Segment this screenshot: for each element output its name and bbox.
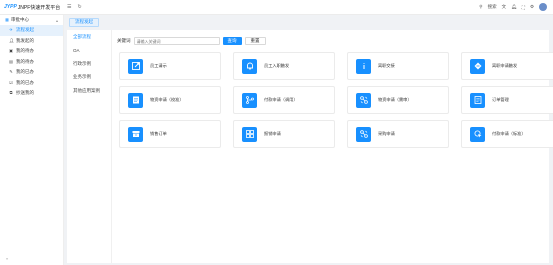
tab-bar: 流程发起: [66, 16, 99, 28]
flow-grid: 员工请示 员工入职触发 离职交接 离职申请触发 物资申请（校准） 付款申请（调用…: [119, 52, 553, 148]
flow-content: 关键词 查询 重置 员工请示 员工入职触发 离职交接 离职申请触发: [115, 30, 553, 263]
flow-label: 离职申请触发: [492, 63, 518, 68]
list-icon: ▤: [9, 58, 13, 64]
external-link-icon: [128, 58, 143, 74]
sidebar-item[interactable]: ✎ 我的已办: [0, 67, 63, 78]
flow-card[interactable]: 员工请示: [119, 52, 221, 80]
node-icon: [356, 126, 371, 142]
category-item[interactable]: 全部流程: [67, 30, 111, 44]
sidebar-item[interactable]: ▣ 我的待办: [0, 46, 63, 57]
category-list: 全部流程 OA 行政示例 业务示例 其他应用案例: [67, 30, 112, 263]
user-icon: 👤︎: [9, 37, 15, 43]
edit-icon: ✎: [9, 69, 13, 75]
logo[interactable]: JYPP JNPF快速开发平台: [0, 4, 62, 11]
category-item[interactable]: 业务示例: [67, 71, 111, 85]
sidebar-item-label: 我的已办: [16, 79, 34, 85]
check-icon: ☑: [9, 79, 13, 85]
chevron-up-icon: ▴: [55, 17, 58, 23]
main-panel: 全部流程 OA 行政示例 业务示例 其他应用案例 关键词 查询 重置 员工请示 …: [67, 30, 553, 263]
sidebar-item[interactable]: ☑ 我的已办: [0, 78, 63, 89]
flow-card[interactable]: 员工入职触发: [233, 52, 335, 80]
sidebar-item[interactable]: ⧉ 抄送我的: [0, 88, 63, 99]
sidebar-item-label: 我的已办: [16, 69, 34, 75]
sidebar-item[interactable]: ▤ 我的待办: [0, 57, 63, 68]
sidebar: ▦ 审批中心 ▴ ✈ 流程发起 👤︎ 我发起的 ▣ 我的待办 ▤ 我的待办 ✎ 我的已办 …: [0, 15, 64, 265]
sidebar-item-label: 我的待办: [16, 58, 34, 64]
settings-icon[interactable]: ⚙: [530, 4, 534, 10]
archive-icon: [128, 126, 143, 142]
flow-label: 员工入职触发: [264, 63, 290, 68]
cursor-icon: [470, 126, 485, 142]
info-icon: [356, 58, 371, 74]
tab-flow-launch[interactable]: 流程发起: [69, 17, 99, 27]
logo-mark: JYPP: [4, 4, 17, 10]
form-icon: [470, 92, 485, 108]
sidebar-item[interactable]: 👤︎ 我发起的: [0, 36, 63, 47]
send-icon: ✈: [9, 27, 13, 33]
sidebar-item-label: 抄送我的: [16, 90, 34, 96]
flow-label: 物资申请（需审）: [378, 97, 412, 102]
notification-icon[interactable]: 🔔︎: [511, 4, 517, 10]
flow-label: 离职交接: [378, 63, 395, 68]
flow-card[interactable]: 离职申请触发: [461, 52, 553, 80]
search-icon[interactable]: ⚲: [479, 4, 482, 10]
category-item[interactable]: OA: [67, 44, 111, 58]
sidebar-group-label: 审批中心: [11, 17, 29, 22]
flow-label: 物资申请（校准）: [150, 97, 184, 102]
category-item[interactable]: 行政示例: [67, 57, 111, 71]
flow-card[interactable]: 离职交接: [347, 52, 449, 80]
query-button[interactable]: 查询: [222, 37, 242, 45]
search-row: 关键词 查询 重置: [117, 37, 266, 45]
keyword-input[interactable]: [133, 37, 220, 45]
sidebar-item[interactable]: ✈ 流程发起: [0, 25, 63, 36]
logo-text: JNPF快速开发平台: [17, 4, 61, 11]
copy-icon: ⧉: [9, 90, 13, 96]
refresh-icon[interactable]: ↻: [77, 4, 81, 10]
branch-icon: [242, 92, 257, 108]
sidebar-item-label: 我发起的: [16, 37, 34, 43]
grid-icon: ▦: [5, 17, 9, 22]
flow-card[interactable]: 付款申请（调用）: [233, 86, 335, 114]
collapse-sidebar-icon[interactable]: «: [6, 256, 8, 261]
flow-card[interactable]: 订单管理: [461, 86, 553, 114]
document-icon: [128, 92, 143, 108]
grid-icon: [242, 126, 257, 142]
menu-toggle-icon[interactable]: ☰: [67, 4, 71, 10]
flow-label: 销售订单: [150, 131, 167, 136]
reset-button[interactable]: 重置: [244, 37, 266, 45]
inbox-icon: ▣: [9, 48, 13, 54]
fullscreen-icon[interactable]: ⛶: [522, 5, 525, 10]
flow-label: 付款申请（调用）: [264, 97, 298, 102]
sidebar-item-label: 流程发起: [16, 27, 34, 33]
flow-label: 报销申请: [264, 131, 281, 136]
flow-label: 员工请示: [150, 63, 167, 68]
avatar[interactable]: [539, 3, 547, 11]
search-label[interactable]: 搜索: [488, 4, 497, 10]
shuffle-icon: [470, 58, 485, 74]
flow-label: 付款申请（标准）: [492, 131, 526, 136]
flow-card[interactable]: 报销申请: [233, 120, 335, 148]
bell-icon: [242, 58, 257, 74]
flow-card[interactable]: 物资申请（校准）: [119, 86, 221, 114]
category-item[interactable]: 其他应用案例: [67, 84, 111, 98]
node-icon: [356, 92, 371, 108]
flow-label: 采购申请: [378, 131, 395, 136]
translate-icon[interactable]: 文: [502, 4, 507, 10]
flow-card[interactable]: 付款申请（标准）: [461, 120, 553, 148]
search-field-label: 关键词: [117, 38, 131, 43]
flow-card[interactable]: 采购申请: [347, 120, 449, 148]
sidebar-item-label: 我的待办: [16, 48, 34, 54]
flow-card[interactable]: 销售订单: [119, 120, 221, 148]
sidebar-group-approval[interactable]: ▦ 审批中心 ▴: [0, 15, 63, 25]
top-bar: JYPP JNPF快速开发平台 ☰ ↻ ⚲ 搜索 文 🔔︎ ⛶ ⚙: [0, 0, 553, 15]
flow-label: 订单管理: [492, 97, 509, 102]
flow-card[interactable]: 物资申请（需审）: [347, 86, 449, 114]
